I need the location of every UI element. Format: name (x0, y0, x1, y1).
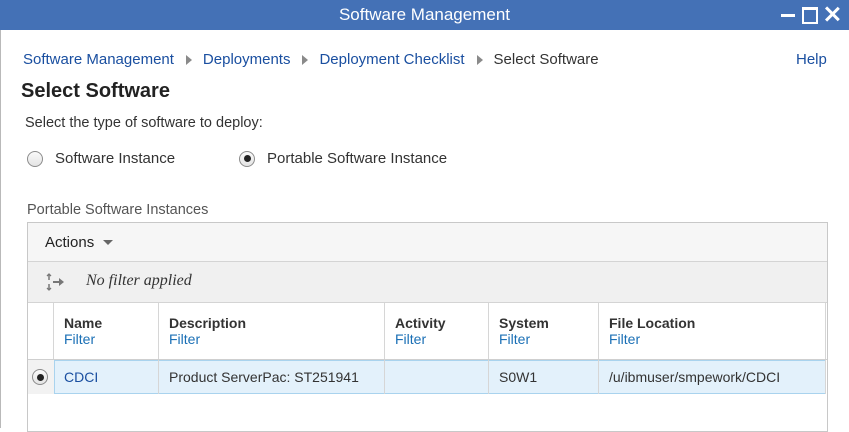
portable-software-table: Actions No filter applied Name Filter De… (27, 222, 828, 432)
table-toolbar: Actions (28, 223, 827, 262)
header-select-cell (28, 303, 54, 359)
column-header-name[interactable]: Name Filter (54, 303, 159, 359)
table-row[interactable]: CDCI Product ServerPac: ST251941 S0W1 /u… (28, 360, 827, 395)
radio-unchecked-icon[interactable] (27, 150, 43, 167)
cell-description: Product ServerPac: ST251941 (159, 360, 385, 394)
column-filter-link[interactable]: Filter (169, 331, 200, 347)
breadcrumb-current: Select Software (493, 51, 599, 68)
column-filter-link[interactable]: Filter (395, 331, 426, 347)
software-type-prompt: Select the type of software to deploy: (25, 115, 263, 131)
actions-menu-button[interactable]: Actions (45, 234, 114, 251)
cell-system: S0W1 (489, 360, 599, 394)
breadcrumb-separator-icon (476, 54, 483, 65)
radio-software-instance[interactable]: Software Instance (27, 150, 175, 167)
radio-software-instance-label: Software Instance (55, 150, 176, 167)
breadcrumb-deployments[interactable]: Deployments (203, 51, 291, 68)
maximize-icon[interactable] (800, 4, 820, 24)
column-filter-link[interactable]: Filter (609, 331, 640, 347)
filter-toggle-icon[interactable] (46, 272, 68, 292)
row-radio-checked-icon[interactable] (32, 369, 48, 385)
help-link[interactable]: Help (796, 51, 827, 68)
window-left-border (0, 30, 1, 428)
column-filter-link[interactable]: Filter (499, 331, 530, 347)
column-header-label: Activity (395, 315, 446, 331)
breadcrumb-software-management[interactable]: Software Management (23, 51, 174, 68)
radio-checked-icon[interactable] (239, 150, 255, 167)
breadcrumb-deployment-checklist[interactable]: Deployment Checklist (319, 51, 464, 68)
row-select-cell[interactable] (28, 360, 54, 394)
radio-portable-software-instance[interactable]: Portable Software Instance (239, 150, 447, 167)
title-bar: Software Management (0, 0, 849, 30)
column-header-label: Name (64, 315, 103, 331)
column-header-label: Description (169, 315, 247, 331)
radio-portable-software-instance-label: Portable Software Instance (267, 150, 448, 167)
column-header-file-location[interactable]: File Location Filter (599, 303, 826, 359)
column-header-label: System (499, 315, 549, 331)
filter-bar: No filter applied (28, 262, 827, 303)
row-file-location: /u/ibmuser/smpework/CDCI (609, 369, 781, 385)
chevron-down-icon (103, 240, 114, 245)
breadcrumb-separator-icon (302, 54, 309, 65)
column-filter-link[interactable]: Filter (64, 331, 95, 347)
close-icon[interactable] (822, 4, 842, 24)
table-header-row: Name Filter Description Filter Activity … (28, 303, 827, 360)
breadcrumb-separator-icon (185, 54, 192, 65)
breadcrumb: Software Management Deployments Deployme… (23, 51, 599, 68)
section-label: Portable Software Instances (27, 202, 209, 218)
row-system: S0W1 (499, 369, 538, 385)
column-header-activity[interactable]: Activity Filter (385, 303, 489, 359)
minimize-icon[interactable] (778, 4, 798, 24)
row-description: Product ServerPac: ST251941 (169, 369, 359, 385)
column-header-description[interactable]: Description Filter (159, 303, 385, 359)
cell-activity (385, 360, 489, 394)
actions-menu-label: Actions (45, 234, 95, 251)
window-title: Software Management (338, 5, 511, 24)
row-name-link[interactable]: CDCI (64, 369, 98, 385)
column-header-label: File Location (609, 315, 696, 331)
column-header-system[interactable]: System Filter (489, 303, 599, 359)
cell-name: CDCI (54, 360, 159, 394)
cell-file-location: /u/ibmuser/smpework/CDCI (599, 360, 826, 394)
page-title: Select Software (21, 80, 170, 102)
filter-status: No filter applied (86, 272, 192, 289)
